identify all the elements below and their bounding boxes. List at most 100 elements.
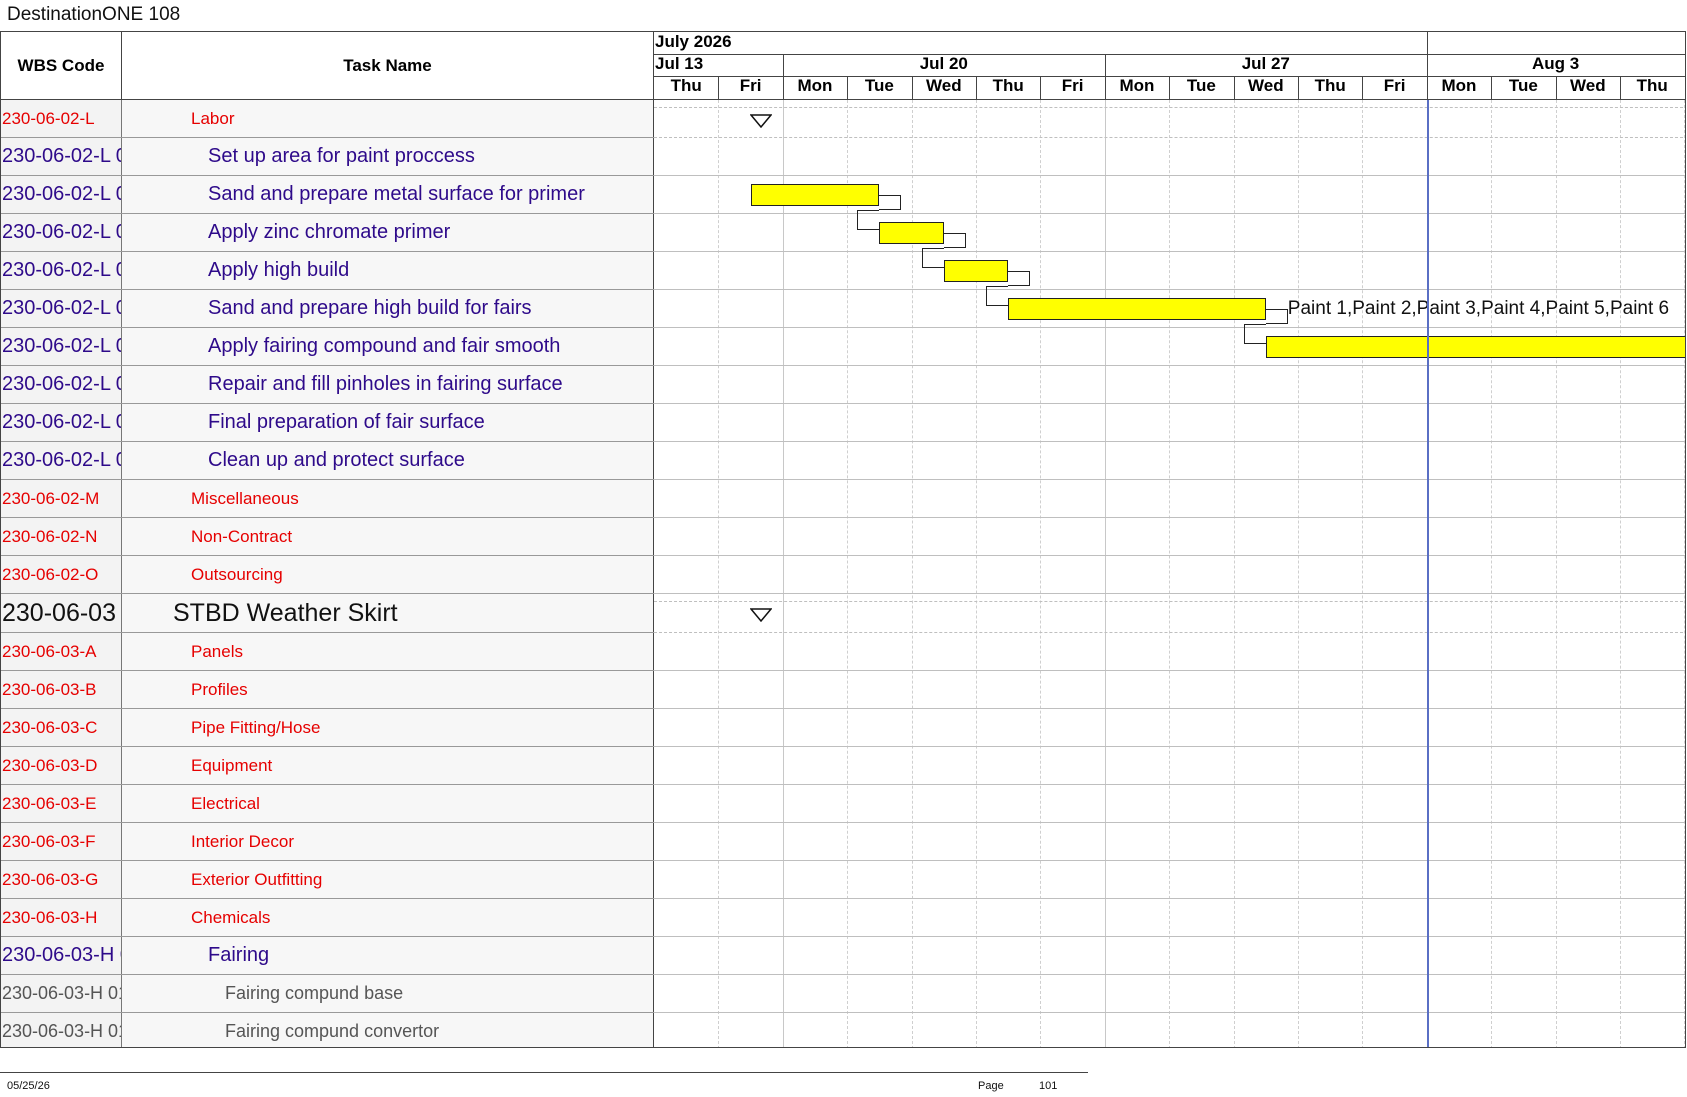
wbs-code-cell[interactable]: 230-06-03-B xyxy=(1,671,122,708)
table-row[interactable]: 230-06-02-L 0 Sand and prepare high build… xyxy=(1,290,654,328)
wbs-code-cell[interactable]: 230-06-03-E xyxy=(1,785,122,822)
wbs-code-cell[interactable]: 230-06-02-L 0 xyxy=(1,138,122,175)
chart-row-line xyxy=(654,746,1685,747)
wbs-column-header[interactable]: WBS Code xyxy=(1,32,122,99)
summary-collapse-icon[interactable] xyxy=(750,608,772,622)
timescale-day-divider xyxy=(1426,76,1428,99)
wbs-code-cell[interactable]: 230-06-02-L 0 xyxy=(1,214,122,251)
task-name-cell[interactable]: Set up area for paint proccess xyxy=(122,138,654,175)
task-name-cell[interactable]: Pipe Fitting/Hose xyxy=(122,709,654,746)
table-row[interactable]: 230-06-02-L 0 Clean up and protect surfac… xyxy=(1,442,654,480)
wbs-code-cell[interactable]: 230-06-03-H 0 xyxy=(1,937,122,974)
task-name-cell[interactable]: Fairing xyxy=(122,937,654,974)
wbs-code: 230-06-02-L 0 xyxy=(2,221,122,243)
summary-collapse-icon[interactable] xyxy=(750,114,772,128)
table-row[interactable]: 230-06-02-L 0 Repair and fill pinholes in… xyxy=(1,366,654,404)
task-name-cell[interactable]: STBD Weather Skirt xyxy=(122,594,654,632)
wbs-code-cell[interactable]: 230-06-03-G xyxy=(1,861,122,898)
task-name-cell[interactable]: Apply zinc chromate primer xyxy=(122,214,654,251)
table-row[interactable]: 230-06-03-D Equipment xyxy=(1,747,654,785)
wbs-code-cell[interactable]: 230-06-02-L 0 xyxy=(1,252,122,289)
wbs-code-cell[interactable]: 230-06-03-H 01 xyxy=(1,975,122,1012)
wbs-code-cell[interactable]: 230-06-02-M xyxy=(1,480,122,517)
table-row[interactable]: 230-06-03-B Profiles xyxy=(1,671,654,709)
task-name-cell[interactable]: Apply high build xyxy=(122,252,654,289)
task-name-cell[interactable]: Fairing compund convertor xyxy=(122,1013,654,1047)
table-row[interactable]: 230-06-03-A Panels xyxy=(1,633,654,671)
table-row[interactable]: 230-06-02-N Non-Contract xyxy=(1,518,654,556)
task-name-cell[interactable]: Labor xyxy=(122,100,654,137)
wbs-code-cell[interactable]: 230-06-02-L 0 xyxy=(1,366,122,403)
task-name-cell[interactable]: Chemicals xyxy=(122,899,654,936)
task-name-cell[interactable]: Apply fairing compound and fair smooth xyxy=(122,328,654,365)
task-name-cell[interactable]: Equipment xyxy=(122,747,654,784)
task-name-cell[interactable]: Clean up and protect surface xyxy=(122,442,654,479)
timescale-day-label: Tue xyxy=(1508,76,1538,95)
table-row[interactable]: 230-06-03-F Interior Decor xyxy=(1,823,654,861)
timescale-month: July 2026 xyxy=(655,32,732,51)
table-row[interactable]: 230-06-02-L 0 Apply fairing compound and … xyxy=(1,328,654,366)
table-row[interactable]: 230-06-03-G Exterior Outfitting xyxy=(1,861,654,899)
wbs-code-cell[interactable]: 230-06-02-L 0 xyxy=(1,290,122,327)
dependency-link xyxy=(879,195,902,210)
wbs-code-cell[interactable]: 230-06-03-F xyxy=(1,823,122,860)
wbs-code-cell[interactable]: 230-06-02-O xyxy=(1,556,122,593)
table-row[interactable]: 230-06-03 STBD Weather Skirt xyxy=(1,594,654,633)
task-name-cell[interactable]: Electrical xyxy=(122,785,654,822)
table-row[interactable]: 230-06-02-L 0 Apply zinc chromate primer xyxy=(1,214,654,252)
task-name: STBD Weather Skirt xyxy=(173,598,398,627)
table-row[interactable]: 230-06-02-L 0 Final preparation of fair s… xyxy=(1,404,654,442)
table-row[interactable]: 230-06-03-H 0 Fairing xyxy=(1,937,654,975)
task-name-cell[interactable]: Profiles xyxy=(122,671,654,708)
task-name-cell[interactable]: Non-Contract xyxy=(122,518,654,555)
wbs-code: 230-06-02-L 0 xyxy=(2,145,122,167)
task-name-cell[interactable]: Fairing compund base xyxy=(122,975,654,1012)
wbs-code-cell[interactable]: 230-06-03-A xyxy=(1,633,122,670)
table-row[interactable]: 230-06-02-M Miscellaneous xyxy=(1,480,654,518)
task-name-cell[interactable]: Repair and fill pinholes in fairing surf… xyxy=(122,366,654,403)
table-row[interactable]: 230-06-02-L 0 Set up area for paint procc… xyxy=(1,138,654,176)
table-row[interactable]: 230-06-02-L 0 Sand and prepare metal surf… xyxy=(1,176,654,214)
wbs-code-cell[interactable]: 230-06-03-H 01 xyxy=(1,1013,122,1047)
task-bar[interactable] xyxy=(750,184,880,206)
task-name: Fairing xyxy=(208,944,270,966)
timescale-day-label: Tue xyxy=(1186,76,1216,95)
wbs-code-cell[interactable]: 230-06-02-N xyxy=(1,518,122,555)
wbs-code-cell[interactable]: 230-06-03 xyxy=(1,594,122,632)
wbs-code-cell[interactable]: 230-06-03-D xyxy=(1,747,122,784)
wbs-code: 230-06-03-B xyxy=(2,679,97,699)
task-name-cell[interactable]: Outsourcing xyxy=(122,556,654,593)
wbs-code-cell[interactable]: 230-06-02-L 0 xyxy=(1,328,122,365)
table-row[interactable]: 230-06-02-O Outsourcing xyxy=(1,556,654,594)
wbs-code-cell[interactable]: 230-06-02-L 0 xyxy=(1,404,122,441)
table-row[interactable]: 230-06-03-H 01 Fairing compund convertor xyxy=(1,1013,654,1047)
wbs-code-cell[interactable]: 230-06-02-L 0 xyxy=(1,176,122,213)
task-name-cell[interactable]: Panels xyxy=(122,633,654,670)
wbs-code: 230-06-02-M xyxy=(2,488,100,508)
task-bar[interactable] xyxy=(879,222,944,244)
table-row[interactable]: 230-06-03-C Pipe Fitting/Hose xyxy=(1,709,654,747)
table-row[interactable]: 230-06-02-L 0 Apply high build xyxy=(1,252,654,290)
table-row[interactable]: 230-06-03-H Chemicals xyxy=(1,899,654,937)
task-name-cell[interactable]: Exterior Outfitting xyxy=(122,861,654,898)
table-row[interactable]: 230-06-03-H 01 Fairing compund base xyxy=(1,975,654,1013)
task-bar[interactable] xyxy=(1265,336,1685,358)
task-column-header[interactable]: Task Name xyxy=(122,32,654,99)
task-name-cell[interactable]: Final preparation of fair surface xyxy=(122,404,654,441)
table-row[interactable]: 230-06-03-E Electrical xyxy=(1,785,654,823)
dependency-link xyxy=(1265,309,1288,324)
wbs-code-cell[interactable]: 230-06-03-H xyxy=(1,899,122,936)
table-row[interactable]: 230-06-02-L Labor xyxy=(1,100,654,138)
wbs-code-cell[interactable]: 230-06-02-L xyxy=(1,100,122,137)
wbs-code-cell[interactable]: 230-06-03-C xyxy=(1,709,122,746)
timescale-day-label: Fri xyxy=(739,76,762,95)
task-name-cell[interactable]: Miscellaneous xyxy=(122,480,654,517)
timescale-day-label: Mon xyxy=(1441,76,1477,95)
task-bar[interactable] xyxy=(943,260,1009,282)
task-bar[interactable] xyxy=(1008,298,1266,320)
wbs-code-cell[interactable]: 230-06-02-L 0 xyxy=(1,442,122,479)
task-name-cell[interactable]: Sand and prepare metal surface for prime… xyxy=(122,176,654,213)
task-name-cell[interactable]: Sand and prepare high build for fairs xyxy=(122,290,654,327)
task-name-cell[interactable]: Interior Decor xyxy=(122,823,654,860)
footer-page-number: 101 xyxy=(1039,1080,1058,1092)
